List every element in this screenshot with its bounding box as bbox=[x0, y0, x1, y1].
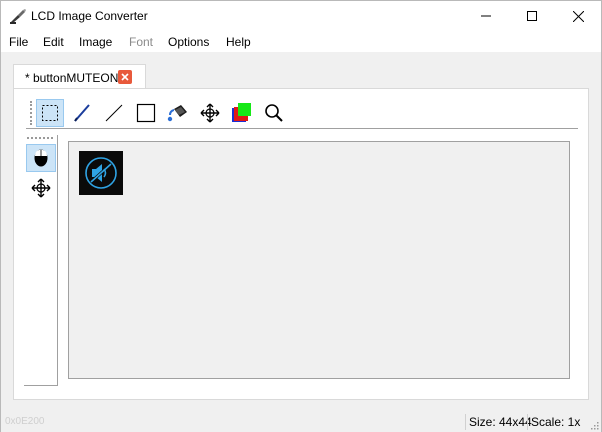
tool-mouse[interactable] bbox=[26, 144, 56, 172]
minimize-icon bbox=[481, 15, 491, 17]
line-icon bbox=[105, 104, 123, 122]
rectangle-icon bbox=[136, 103, 156, 123]
tool-fill[interactable] bbox=[164, 99, 192, 127]
menu-edit[interactable]: Edit bbox=[43, 35, 64, 49]
mouse-icon bbox=[34, 149, 48, 167]
window-title: LCD Image Converter bbox=[31, 9, 148, 23]
color-swap-icon bbox=[232, 103, 251, 122]
tool-move[interactable] bbox=[196, 99, 224, 127]
resize-grip-icon[interactable] bbox=[589, 420, 599, 430]
client-area: * buttonMUTEON1 bbox=[1, 52, 601, 412]
image-canvas[interactable] bbox=[68, 141, 570, 379]
tab-close-button[interactable] bbox=[118, 70, 132, 84]
status-divider bbox=[465, 414, 466, 430]
main-window: LCD Image Converter File Edit Image Font… bbox=[0, 0, 602, 432]
zoom-icon bbox=[265, 104, 283, 122]
pen-icon bbox=[74, 104, 90, 122]
tool-pan[interactable] bbox=[26, 174, 56, 202]
status-bar: 0x0E200 Size: 44x44 Scale: 1x bbox=[1, 412, 601, 432]
tool-zoom[interactable] bbox=[260, 99, 288, 127]
tab-page bbox=[13, 88, 589, 400]
tab-document[interactable]: * buttonMUTEON1 bbox=[13, 64, 146, 89]
toolbar-grip[interactable] bbox=[30, 101, 32, 125]
menu-bar: File Edit Image Font Options Help bbox=[1, 32, 601, 52]
tool-pen[interactable] bbox=[68, 99, 96, 127]
menu-image[interactable]: Image bbox=[79, 35, 112, 49]
menu-options[interactable]: Options bbox=[168, 35, 209, 49]
drawing-toolbar bbox=[26, 97, 578, 129]
tool-rect-selection[interactable] bbox=[36, 99, 64, 127]
menu-font[interactable]: Font bbox=[129, 35, 153, 49]
tool-line[interactable] bbox=[100, 99, 128, 127]
status-faded-info: 0x0E200 bbox=[5, 416, 45, 427]
menu-file[interactable]: File bbox=[9, 35, 28, 49]
fill-bucket-icon bbox=[167, 105, 187, 122]
title-bar[interactable]: LCD Image Converter bbox=[1, 1, 601, 31]
move-icon bbox=[200, 103, 220, 123]
close-button[interactable] bbox=[555, 1, 601, 31]
tool-color-swap[interactable] bbox=[228, 99, 256, 127]
menu-help[interactable]: Help bbox=[226, 35, 251, 49]
status-size: Size: 44x44 bbox=[469, 415, 532, 429]
move-icon bbox=[31, 178, 51, 198]
status-divider bbox=[527, 414, 528, 430]
toolbar-grip[interactable] bbox=[27, 137, 53, 139]
close-icon bbox=[121, 73, 129, 81]
status-scale: Scale: 1x bbox=[531, 415, 581, 429]
image-preview[interactable] bbox=[79, 151, 123, 195]
tool-rectangle[interactable] bbox=[132, 99, 160, 127]
rect-selection-icon bbox=[42, 105, 58, 121]
minimize-button[interactable] bbox=[463, 1, 509, 31]
mute-icon bbox=[85, 157, 117, 189]
tool-options-toolbar bbox=[24, 135, 58, 386]
tab-label: * buttonMUTEON1 bbox=[25, 71, 126, 85]
close-icon bbox=[572, 10, 584, 22]
maximize-button[interactable] bbox=[509, 1, 555, 31]
maximize-icon bbox=[527, 11, 537, 21]
app-logo-icon bbox=[9, 8, 27, 24]
